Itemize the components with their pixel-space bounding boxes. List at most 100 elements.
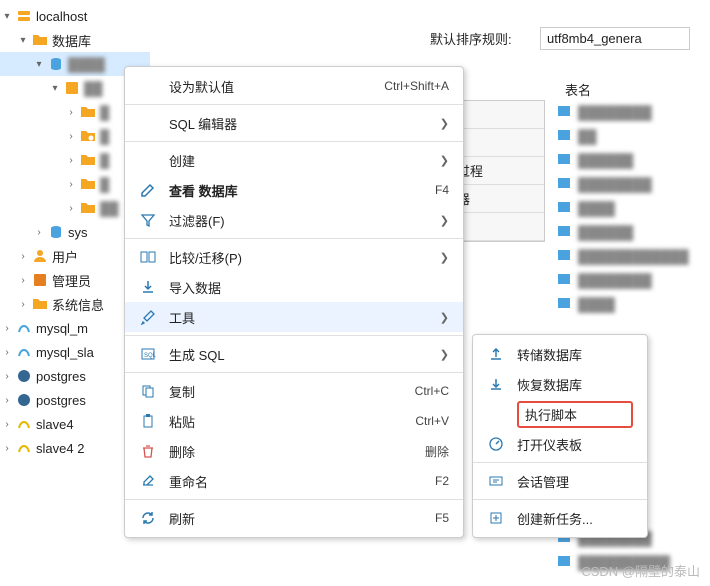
rename-icon	[139, 472, 157, 490]
folder-icon	[80, 176, 96, 192]
chevron-icon: ›	[16, 299, 30, 310]
menu-separator	[473, 499, 647, 500]
table-icon	[556, 103, 572, 122]
tree-label: 系统信息	[52, 295, 104, 314]
tree-label: sys	[68, 225, 88, 240]
list-item[interactable]: ████████	[556, 100, 710, 124]
menu-rename[interactable]: 重命名F2	[125, 466, 463, 496]
mysql-icon	[16, 416, 32, 432]
tree-host[interactable]: ▾ localhost	[0, 4, 150, 28]
chevron-icon: ›	[0, 419, 14, 430]
chevron-icon: ›	[0, 443, 14, 454]
chevron-right-icon: ❯	[440, 154, 449, 167]
import-icon	[139, 278, 157, 296]
table-icon	[556, 553, 572, 572]
menu-dump-db[interactable]: 转储数据库	[473, 339, 647, 369]
menu-tools[interactable]: 工具❯	[125, 302, 463, 332]
database-icon	[48, 56, 64, 72]
tools-submenu[interactable]: 转储数据库 恢复数据库 执行脚本 打开仪表板 会话管理 创建新任务...	[472, 334, 648, 538]
edit-icon	[139, 181, 157, 199]
chevron-right-icon: ❯	[440, 311, 449, 324]
menu-session[interactable]: 会话管理	[473, 466, 647, 496]
menu-separator	[125, 238, 463, 239]
menu-set-default[interactable]: 设为默认值Ctrl+Shift+A	[125, 71, 463, 101]
tree-db-group[interactable]: ▾ 数据库	[0, 28, 150, 52]
folder-db-icon	[32, 32, 48, 48]
svg-text:SQL: SQL	[144, 353, 156, 359]
chevron-icon: ›	[16, 251, 30, 262]
blank-icon	[139, 114, 157, 132]
admin-icon	[32, 272, 48, 288]
menu-restore-db[interactable]: 恢复数据库	[473, 369, 647, 399]
properties-panel: 默认排序规则: utf8mb4_genera	[430, 0, 710, 70]
list-item[interactable]: ████	[556, 292, 710, 316]
paste-icon	[139, 412, 157, 430]
tools-icon	[139, 308, 157, 326]
sort-rule-value[interactable]: utf8mb4_genera	[540, 27, 690, 50]
mysql-icon	[16, 440, 32, 456]
list-item[interactable]: ████████████	[556, 244, 710, 268]
menu-view-database[interactable]: 查看 数据库F4	[125, 175, 463, 205]
menu-execute-script[interactable]: 执行脚本	[473, 399, 647, 429]
context-menu[interactable]: 设为默认值Ctrl+Shift+A SQL 编辑器❯ 创建❯ 查看 数据库F4 …	[124, 66, 464, 538]
tree-label: localhost	[36, 9, 87, 24]
menu-delete[interactable]: 删除删除	[125, 436, 463, 466]
users-icon	[32, 248, 48, 264]
sql-icon: SQL	[139, 345, 157, 363]
list-item[interactable]: ██████	[556, 148, 710, 172]
tree-label: postgres	[36, 393, 86, 408]
new-task-icon	[487, 509, 505, 527]
menu-separator	[125, 104, 463, 105]
blank-icon	[139, 77, 157, 95]
tree-label: ████	[68, 57, 105, 72]
menu-sql-editor[interactable]: SQL 编辑器❯	[125, 108, 463, 138]
menu-dashboard[interactable]: 打开仪表板	[473, 429, 647, 459]
chevron-icon: ›	[16, 275, 30, 286]
list-item[interactable]: ██████	[556, 220, 710, 244]
menu-gen-sql[interactable]: SQL生成 SQL❯	[125, 339, 463, 369]
postgres-icon	[16, 368, 32, 384]
chevron-right-icon: ❯	[440, 214, 449, 227]
menu-separator	[125, 372, 463, 373]
tree-label: 用户	[52, 247, 78, 266]
menu-import[interactable]: 导入数据	[125, 272, 463, 302]
tree-label: mysql_sla	[36, 345, 94, 360]
menu-compare[interactable]: 比较/迁移(P)❯	[125, 242, 463, 272]
chevron-icon: ›	[64, 131, 78, 142]
tree-label: █	[100, 153, 109, 168]
list-item[interactable]: ████████	[556, 268, 710, 292]
menu-filter[interactable]: 过滤器(F)❯	[125, 205, 463, 235]
chevron-right-icon: ❯	[440, 117, 449, 130]
list-item[interactable]: ████	[556, 196, 710, 220]
tree-label: 管理员	[52, 271, 91, 290]
tree-label: █	[100, 129, 109, 144]
mysql-icon	[16, 344, 32, 360]
folder-ref-icon	[80, 128, 96, 144]
tree-label: ██	[100, 201, 118, 216]
sort-rule-label: 默认排序规则:	[430, 29, 540, 48]
chevron-icon: ›	[0, 371, 14, 382]
tree-label: postgres	[36, 369, 86, 384]
menu-refresh[interactable]: 刷新F5	[125, 503, 463, 533]
list-item[interactable]: ██	[556, 124, 710, 148]
dashboard-icon	[487, 435, 505, 453]
folder-icon	[80, 104, 96, 120]
table-icon	[556, 199, 572, 218]
twisty-icon: ▾	[16, 35, 30, 46]
chevron-icon: ›	[0, 347, 14, 358]
database-icon	[48, 224, 64, 240]
list-item[interactable]: ████████	[556, 172, 710, 196]
menu-paste[interactable]: 粘贴Ctrl+V	[125, 406, 463, 436]
compare-icon	[139, 248, 157, 266]
trash-icon	[139, 442, 157, 460]
menu-separator	[125, 335, 463, 336]
chevron-right-icon: ❯	[440, 251, 449, 264]
menu-create[interactable]: 创建❯	[125, 145, 463, 175]
menu-copy[interactable]: 复制Ctrl+C	[125, 376, 463, 406]
tree-label: █	[100, 105, 109, 120]
menu-separator	[125, 499, 463, 500]
table-icon	[556, 151, 572, 170]
menu-separator	[125, 141, 463, 142]
chevron-icon: ›	[64, 179, 78, 190]
menu-new-task[interactable]: 创建新任务...	[473, 503, 647, 533]
